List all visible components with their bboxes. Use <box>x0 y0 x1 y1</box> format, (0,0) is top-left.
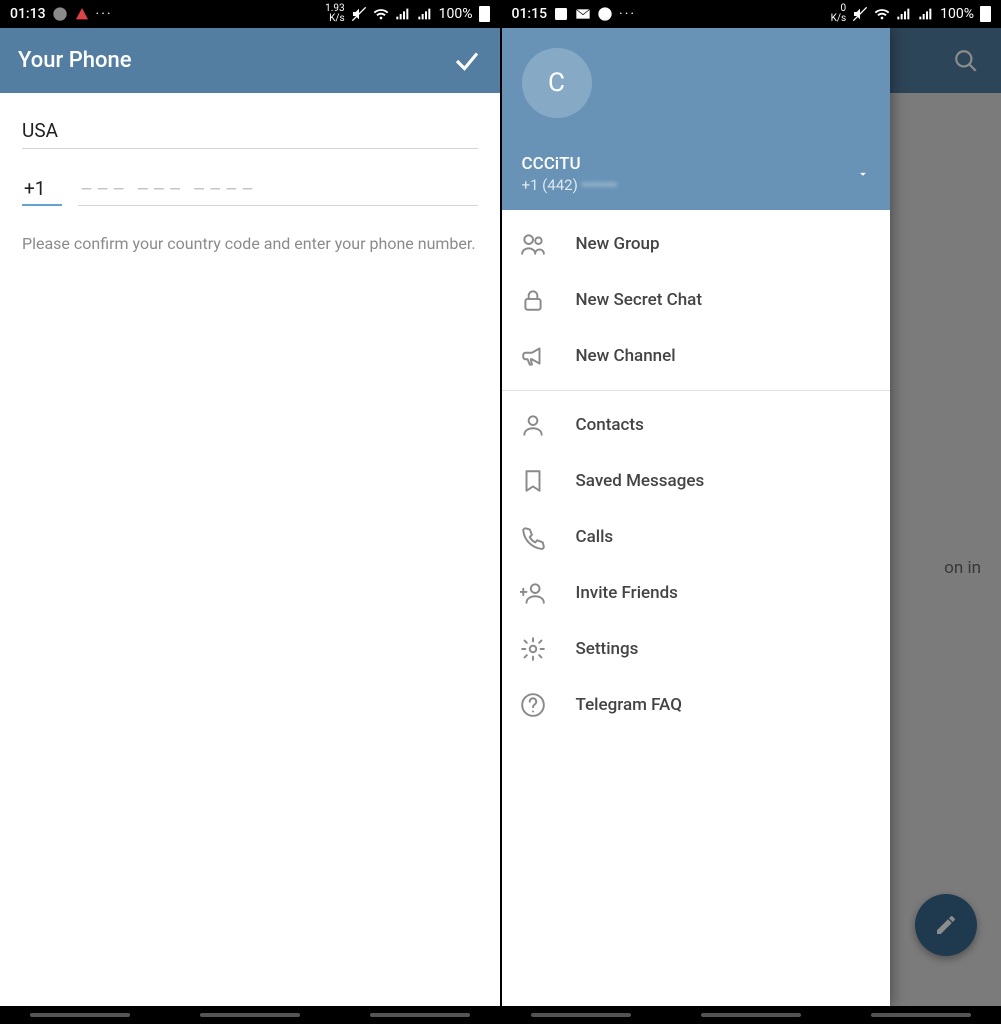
account-phone: +1 (442) ••••••• <box>522 176 856 194</box>
drawer-item-label: New Secret Chat <box>576 290 703 310</box>
group-icon <box>520 231 546 257</box>
battery-pct: 100% <box>439 6 473 22</box>
status-bar: 01:15 ··· 0K/s 100% <box>502 0 1001 28</box>
account-name: CCCiTU <box>522 154 856 174</box>
drawer-item-label: Saved Messages <box>576 471 705 491</box>
confirm-icon[interactable] <box>452 46 482 76</box>
nav-drawer: C CCCiTU +1 (442) ••••••• New Group New … <box>502 28 890 1006</box>
app-bar: Your Phone <box>0 28 500 93</box>
drawer-item-faq[interactable]: Telegram FAQ <box>502 677 890 733</box>
person-icon <box>520 412 546 438</box>
drawer-item-new-channel[interactable]: New Channel <box>502 328 890 384</box>
drawer-item-label: Invite Friends <box>576 583 678 603</box>
more-icon: ··· <box>619 6 636 22</box>
drawer-item-label: Telegram FAQ <box>576 695 682 715</box>
drawer-item-settings[interactable]: Settings <box>502 621 890 677</box>
mute-icon <box>351 6 367 22</box>
drawer-item-new-group[interactable]: New Group <box>502 216 890 272</box>
avatar[interactable]: C <box>522 48 592 118</box>
phone-login-screen: 01:13 ··· 1.93K/s 100% Your Phone USA +1… <box>0 0 500 1024</box>
drawer-item-invite[interactable]: Invite Friends <box>502 565 890 621</box>
mute-icon <box>852 6 868 22</box>
invite-icon <box>520 580 546 606</box>
status-bar: 01:13 ··· 1.93K/s 100% <box>0 0 500 28</box>
more-icon: ··· <box>96 6 113 22</box>
phone-number-input[interactable]: ––– ––– –––– <box>78 173 478 206</box>
chevron-down-icon[interactable] <box>856 167 870 181</box>
megaphone-icon <box>520 343 546 369</box>
battery-pct: 100% <box>940 6 974 22</box>
nav-bar <box>502 1006 1001 1024</box>
net-speed: 0K/s <box>831 4 847 24</box>
login-form: USA +1 ––– ––– –––– Please confirm your … <box>0 93 500 255</box>
hint-text: Please confirm your country code and ent… <box>22 232 478 255</box>
signal-icon <box>896 6 912 22</box>
country-field[interactable]: USA <box>22 113 478 149</box>
notif-icon-2 <box>74 6 90 22</box>
drawer-item-label: Contacts <box>576 415 644 435</box>
drawer-item-calls[interactable]: Calls <box>502 509 890 565</box>
signal-icon <box>395 6 411 22</box>
country-code-input[interactable]: +1 <box>22 173 62 206</box>
call-icon <box>520 524 546 550</box>
phone-drawer-screen: 01:15 ··· 0K/s 100% on in C <box>500 0 1001 1024</box>
net-speed: 1.93K/s <box>325 4 345 24</box>
drawer-item-label: New Channel <box>576 346 676 366</box>
signal-icon-2 <box>417 6 433 22</box>
drawer-item-label: Settings <box>576 639 639 659</box>
drawer-item-secret-chat[interactable]: New Secret Chat <box>502 272 890 328</box>
signal-icon-2 <box>918 6 934 22</box>
drawer-item-label: Calls <box>576 527 614 547</box>
image-icon <box>553 6 569 22</box>
drawer-list: New Group New Secret Chat New Channel Co… <box>502 210 890 1006</box>
clock: 01:13 <box>10 6 46 22</box>
drawer-item-saved[interactable]: Saved Messages <box>502 453 890 509</box>
mail-icon <box>575 6 591 22</box>
drawer-item-label: New Group <box>576 234 660 254</box>
drawer-item-contacts[interactable]: Contacts <box>502 397 890 453</box>
gear-icon <box>520 636 546 662</box>
divider <box>502 390 890 391</box>
battery-icon <box>479 6 490 22</box>
help-icon <box>520 692 546 718</box>
lock-icon <box>520 287 546 313</box>
app-body: on in C CCCiTU +1 (442) ••••••• <box>502 28 1001 1006</box>
battery-icon <box>980 6 991 22</box>
page-title: Your Phone <box>18 48 452 73</box>
wifi-icon <box>874 6 890 22</box>
wifi-icon <box>373 6 389 22</box>
bookmark-icon <box>520 468 546 494</box>
drawer-header[interactable]: C CCCiTU +1 (442) ••••••• <box>502 28 890 210</box>
nav-bar <box>0 1006 500 1024</box>
notif-icon <box>52 6 68 22</box>
chat-icon <box>597 6 613 22</box>
clock: 01:15 <box>512 6 548 22</box>
